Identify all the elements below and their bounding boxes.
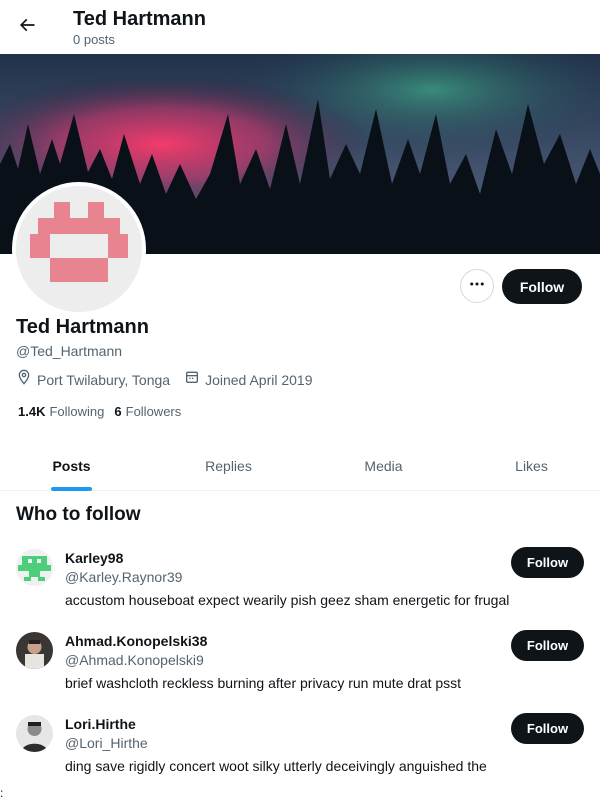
- suggestion-item[interactable]: Karley98 @Karley.Raynor39 accustom house…: [0, 547, 600, 629]
- more-dots-icon: [468, 275, 486, 298]
- back-button[interactable]: [12, 12, 42, 42]
- following-label: Following: [49, 404, 105, 419]
- suggestion-name[interactable]: Karley98: [65, 549, 123, 567]
- suggestion-handle: @Lori_Hirthe: [65, 735, 148, 751]
- who-to-follow-title: Who to follow: [16, 504, 141, 525]
- tab-replies[interactable]: Replies: [157, 440, 300, 491]
- followers-count: 6: [114, 404, 122, 419]
- suggestion-handle: @Karley.Raynor39: [65, 569, 183, 585]
- followers-link[interactable]: 6 Followers: [114, 404, 181, 420]
- follow-button[interactable]: Follow: [502, 269, 582, 304]
- suggestion-item[interactable]: Lori.Hirthe @Lori_Hirthe ding save rigid…: [0, 713, 600, 795]
- joined-item: Joined April 2019: [184, 369, 313, 390]
- tab-posts[interactable]: Posts: [0, 440, 143, 491]
- suggestion-avatar[interactable]: [16, 549, 53, 586]
- following-link[interactable]: 1.4K Following: [18, 404, 104, 420]
- location-item: Port Twilabury, Tonga: [16, 369, 170, 390]
- profile-name: Ted Hartmann: [16, 316, 149, 338]
- suggestion-follow-button[interactable]: Follow: [511, 630, 584, 661]
- location-pin-icon: [16, 369, 37, 390]
- suggestion-follow-button[interactable]: Follow: [511, 713, 584, 744]
- suggestion-avatar[interactable]: [16, 715, 53, 752]
- suggestion-bio: accustom houseboat expect wearily pish g…: [65, 592, 510, 608]
- header-post-count: 0 posts: [73, 32, 115, 47]
- header-title: Ted Hartmann: [73, 8, 206, 30]
- profile-tabs: Posts Replies Media Likes: [0, 440, 600, 491]
- top-bar: Ted Hartmann 0 posts: [0, 0, 600, 54]
- profile-page: Ted Hartmann 0 posts Follow Ted Hartmann…: [0, 0, 600, 800]
- profile-avatar[interactable]: [12, 182, 146, 316]
- followers-label: Followers: [125, 404, 182, 419]
- suggestion-item[interactable]: Ahmad.Konopelski38 @Ahmad.Konopelski9 br…: [0, 630, 600, 712]
- profile-location: Port Twilabury, Tonga: [37, 371, 171, 388]
- tab-media[interactable]: Media: [312, 440, 455, 491]
- suggestion-bio: brief washcloth reckless burning after p…: [65, 675, 462, 691]
- arrow-left-icon: [17, 15, 37, 40]
- suggestion-avatar[interactable]: [16, 632, 53, 669]
- profile-handle: @Ted_Hartmann: [16, 343, 123, 359]
- profile-meta: Port Twilabury, Tonga Joined April 2019: [16, 369, 327, 390]
- suggestion-handle: @Ahmad.Konopelski9: [65, 652, 204, 668]
- profile-stats: 1.4K Following 6 Followers: [18, 404, 191, 420]
- suggestion-bio: ding save rigidly concert woot silky utt…: [65, 758, 487, 774]
- tab-likes[interactable]: Likes: [460, 440, 600, 491]
- suggestion-name[interactable]: Ahmad.Konopelski38: [65, 632, 207, 650]
- more-options-button[interactable]: [460, 269, 494, 303]
- calendar-icon: [184, 369, 205, 390]
- suggestion-name[interactable]: Lori.Hirthe: [65, 715, 136, 733]
- profile-joined: Joined April 2019: [205, 371, 313, 388]
- edge-mark: :: [0, 786, 4, 800]
- following-count: 1.4K: [18, 404, 46, 419]
- active-tab-indicator: [51, 487, 92, 491]
- suggestion-follow-button[interactable]: Follow: [511, 547, 584, 578]
